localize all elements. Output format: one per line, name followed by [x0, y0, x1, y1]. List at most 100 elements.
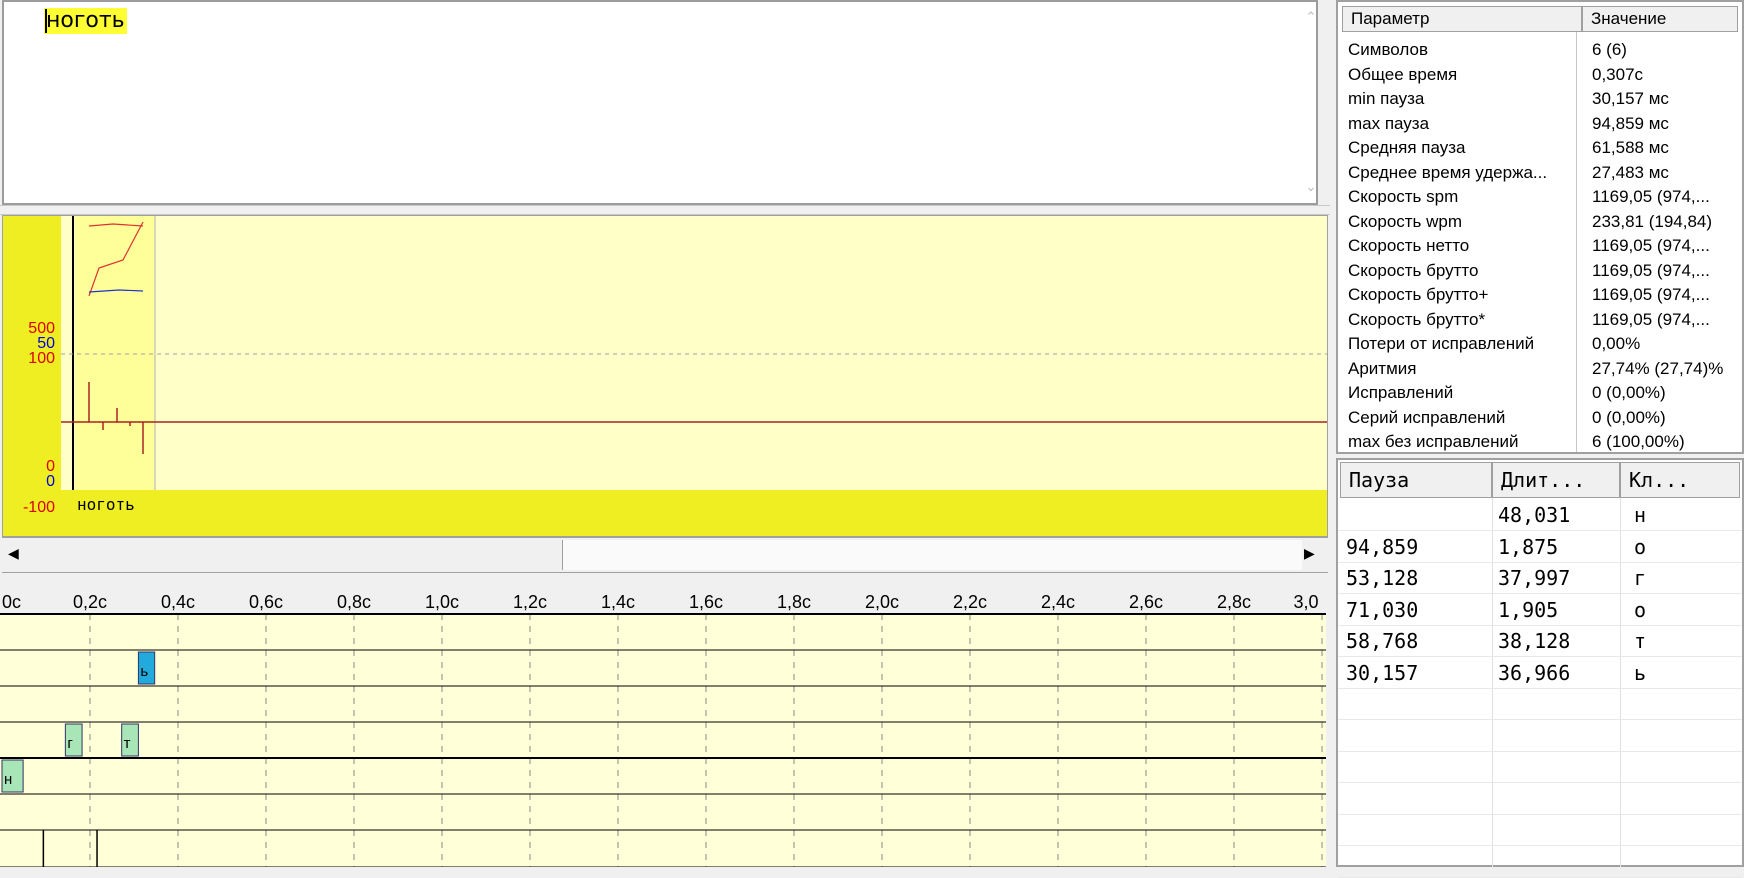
stats-param-name: Скорость брутто+: [1348, 285, 1489, 304]
pause-row[interactable]: 53,128 37,997 г: [1338, 563, 1742, 594]
pause-row[interactable]: 30,157 36,966 ь: [1338, 658, 1742, 689]
text-editor[interactable]: ноготь ⌃ ⌄: [2, 0, 1318, 205]
duration-value: 48,031: [1498, 503, 1571, 527]
rhythm-graph: 500 50 100 0 0 -100 ноготь: [2, 215, 1328, 537]
stats-row[interactable]: Скорость брутто* 1169,05 (974,...: [1338, 308, 1742, 333]
key-char: ь: [1634, 660, 1647, 685]
stats-param-name: Скорость spm: [1348, 187, 1459, 206]
stats-row[interactable]: Скорость нетто 1169,05 (974,...: [1338, 234, 1742, 259]
key-press-label: т: [124, 735, 131, 752]
stats-param-value: 1169,05 (974,...: [1592, 236, 1710, 255]
stats-row[interactable]: Скорость брутто 1169,05 (974,...: [1338, 259, 1742, 284]
pause-value: 94,859: [1346, 534, 1419, 559]
stats-row[interactable]: Скорость wpm 233,81 (194,84): [1338, 210, 1742, 235]
scroll-up-icon[interactable]: ⌃: [1302, 10, 1320, 25]
column-header-value[interactable]: Значение: [1582, 6, 1738, 32]
column-header-duration[interactable]: Длит...: [1492, 462, 1620, 498]
stats-row[interactable]: Потери от исправлений 0,00%: [1338, 332, 1742, 357]
stats-param-name: max без исправлений: [1348, 432, 1519, 451]
stats-row[interactable]: max без исправлений 6 (100,00%): [1338, 430, 1742, 455]
stats-row[interactable]: Скорость spm 1169,05 (974,...: [1338, 185, 1742, 210]
stats-param-value: 6 (6): [1592, 40, 1627, 59]
pause-row[interactable]: 48,031 н: [1338, 500, 1742, 531]
pause-row[interactable]: [1338, 847, 1742, 878]
stats-param-value: 1169,05 (974,...: [1592, 309, 1710, 329]
stats-param-name: Серий исправлений: [1348, 407, 1506, 427]
text-caret: [45, 9, 47, 33]
pause-table: Пауза Длит... Кл... 48,031 н 94,859 1,875 о 5…: [1336, 458, 1744, 878]
typed-text: ноготь: [44, 8, 127, 34]
pause-value: 53,128: [1346, 566, 1419, 590]
pause-row[interactable]: [1338, 784, 1742, 815]
stats-row[interactable]: min пауза 30,157 мс: [1338, 87, 1742, 112]
pause-row[interactable]: 71,030 1,905 о: [1338, 595, 1742, 626]
pause-value: 71,030: [1346, 597, 1419, 622]
pause-row[interactable]: [1338, 752, 1742, 783]
keystroke-timeline: 0c 0,2c 0,4c 0,6c 0,8c 1,0c 1,2c 1,4c 1,6c 1,8c 2,…: [0, 592, 1326, 867]
stats-param-value: 0 (0,00%): [1592, 383, 1666, 402]
scroll-thumb[interactable]: [562, 540, 1302, 570]
pane-splitter[interactable]: [0, 205, 1330, 215]
stats-param-name: Исправлений: [1348, 383, 1454, 402]
stats-param-name: Среднее время удержа...: [1348, 162, 1548, 182]
timeline-tick-label: 0,8c: [337, 592, 371, 612]
stats-param-name: Общее время: [1348, 64, 1458, 84]
timeline-tick-label: 2,0c: [865, 592, 899, 612]
stats-table: Параметр Значение Символов 6 (6) Общее вре…: [1336, 0, 1744, 454]
duration-value: 1,875: [1498, 534, 1559, 559]
duration-value: 1,905: [1498, 597, 1559, 622]
pause-row[interactable]: [1338, 689, 1742, 720]
stats-row[interactable]: Среднее время удержа... 27,483 мс: [1338, 161, 1742, 186]
column-header-key[interactable]: Кл...: [1620, 462, 1740, 498]
graph-word-label: ноготь: [77, 495, 135, 514]
axis-label-blue-0: 0: [46, 473, 55, 490]
scroll-left-icon[interactable]: ◀: [8, 546, 19, 562]
key-press-label: г: [67, 735, 73, 752]
axis-label-100: 100: [28, 350, 55, 367]
axis-label-minus-100: -100: [23, 499, 55, 516]
stats-param-name: Скорость wpm: [1348, 211, 1463, 231]
pause-row[interactable]: 58,768 38,128 т: [1338, 626, 1742, 657]
pause-row[interactable]: 94,859 1,875 о: [1338, 532, 1742, 563]
stats-param-name: Символов: [1348, 40, 1428, 59]
pause-row[interactable]: [1338, 815, 1742, 846]
stats-param-value: 30,157 мс: [1592, 89, 1669, 108]
key-char: т: [1634, 629, 1647, 653]
timeline-tick-label: 1,6c: [689, 592, 723, 612]
timeline-tick-label: 2,4c: [1041, 592, 1075, 612]
timeline-tick-label: 0,6c: [249, 592, 283, 612]
scroll-right-icon[interactable]: ▶: [1304, 546, 1315, 562]
graph-canvas: 500 50 100 0 0 -100: [23, 216, 1327, 516]
timeline-tick-label: 0,4c: [161, 592, 195, 612]
stats-param-value: 0,307с: [1592, 64, 1644, 84]
pause-value: 58,768: [1346, 629, 1419, 653]
timeline-tick-label: 3,0: [1293, 592, 1318, 612]
stats-row[interactable]: max пауза 94,859 мс: [1338, 112, 1742, 137]
scroll-down-icon[interactable]: ⌄: [1302, 180, 1320, 195]
key-char: о: [1634, 597, 1647, 622]
editor-vertical-scrollbar[interactable]: ⌃ ⌄: [1302, 4, 1320, 204]
pause-value: 30,157: [1346, 660, 1419, 685]
stats-param-name: max пауза: [1348, 113, 1430, 133]
stats-param-value: 0 (0,00%): [1592, 407, 1666, 427]
graph-horizontal-scrollbar[interactable]: ◀ ▶: [2, 537, 1328, 573]
column-header-param[interactable]: Параметр: [1342, 6, 1582, 32]
stats-param-value: 1169,05 (974,...: [1592, 260, 1710, 280]
stats-row[interactable]: Аритмия 27,74% (27,74)%: [1338, 357, 1742, 382]
stats-param-value: 94,859 мс: [1592, 113, 1669, 133]
pause-row[interactable]: [1338, 721, 1742, 752]
stats-row[interactable]: Серий исправлений 0 (0,00%): [1338, 406, 1742, 431]
stats-param-name: Скорость брутто: [1348, 260, 1479, 280]
key-char: н: [1634, 503, 1647, 527]
stats-row[interactable]: Общее время 0,307с: [1338, 63, 1742, 88]
stats-param-value: 0,00%: [1592, 334, 1641, 353]
stats-param-value: 61,588 мс: [1592, 138, 1669, 157]
column-header-pause[interactable]: Пауза: [1340, 462, 1492, 498]
stats-row[interactable]: Символов 6 (6): [1338, 38, 1742, 63]
timeline-tick-label: 2,2c: [953, 592, 987, 612]
stats-row[interactable]: Средняя пауза 61,588 мс: [1338, 136, 1742, 161]
stats-row[interactable]: Исправлений 0 (0,00%): [1338, 381, 1742, 406]
stats-row[interactable]: Скорость брутто+ 1169,05 (974,...: [1338, 283, 1742, 308]
timeline-tick-label: 2,8c: [1217, 592, 1251, 612]
timeline-background: [0, 614, 1326, 867]
